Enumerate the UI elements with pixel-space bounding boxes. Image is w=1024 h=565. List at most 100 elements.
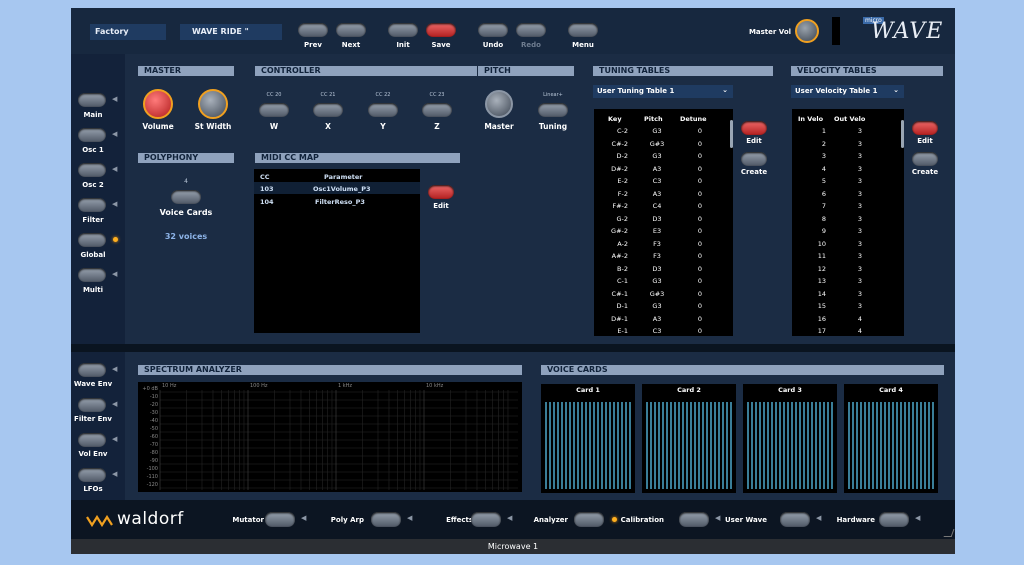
vol-env-button[interactable] bbox=[78, 433, 106, 447]
speaker-icon: ◀ bbox=[112, 270, 118, 278]
prev-button[interactable] bbox=[298, 23, 328, 37]
redo-button[interactable] bbox=[516, 23, 546, 37]
lfos-button[interactable] bbox=[78, 468, 106, 482]
bottom-item-button[interactable] bbox=[879, 512, 909, 527]
speaker-icon: ◀ bbox=[112, 400, 118, 408]
cc-cell: 103 bbox=[260, 185, 274, 193]
out-velo-cell: 3 bbox=[857, 264, 863, 273]
db-labels: +0 dB -10 -20 -30 -40 -50 -60 -70 -80 -90 -100 -110… bbox=[138, 386, 160, 490]
velocity-create-button[interactable] bbox=[912, 152, 938, 166]
in-velo-cell: 8 bbox=[821, 214, 826, 223]
db-label: -20 bbox=[149, 402, 158, 408]
sidebar-button-global[interactable] bbox=[78, 233, 106, 247]
volume-knob[interactable] bbox=[143, 89, 173, 119]
detune-column-header: Detune bbox=[680, 115, 707, 123]
key-cell: D#-2 bbox=[611, 164, 628, 173]
controller-button-w[interactable] bbox=[259, 103, 289, 117]
tuning-table-selected: User Tuning Table 1 bbox=[597, 87, 675, 95]
detune-cell: 0 bbox=[697, 227, 703, 235]
pitch-cell: D3 bbox=[652, 214, 662, 223]
card-title: Card 2 bbox=[677, 386, 701, 394]
out-velo-cell: 3 bbox=[857, 289, 863, 298]
sidebar-button-osc2[interactable] bbox=[78, 163, 106, 177]
voice-cards-button[interactable] bbox=[171, 190, 201, 204]
save-button[interactable] bbox=[426, 23, 456, 37]
sidebar-label-multi: Multi bbox=[82, 286, 104, 294]
tuning-create-button[interactable] bbox=[741, 152, 767, 166]
sidebar-button-main[interactable] bbox=[78, 93, 106, 107]
bottom-item-button[interactable] bbox=[265, 512, 295, 527]
parameter-column-header: Parameter bbox=[324, 173, 363, 181]
logo-wave: WAVE bbox=[871, 19, 944, 44]
bottom-item-button[interactable] bbox=[371, 512, 401, 527]
parameter-cell: FilterReso_P3 bbox=[315, 198, 365, 206]
out-velo-cell: 3 bbox=[857, 277, 863, 285]
bottom-item-button[interactable] bbox=[574, 512, 604, 527]
card-title: Card 3 bbox=[778, 386, 802, 394]
scrollbar[interactable] bbox=[901, 120, 904, 148]
next-button[interactable] bbox=[336, 23, 366, 37]
cc-number: CC 20 bbox=[266, 92, 282, 98]
midi-cc-edit-button[interactable] bbox=[428, 185, 454, 199]
undo-button[interactable] bbox=[478, 23, 508, 37]
controller-button-z[interactable] bbox=[422, 103, 452, 117]
in-velo-column-header: In Velo bbox=[798, 115, 824, 123]
voice-bars bbox=[545, 402, 631, 489]
controller-label-x: X bbox=[325, 122, 331, 131]
speaker-icon: ◀ bbox=[112, 165, 118, 173]
bottom-item-button[interactable] bbox=[679, 512, 709, 527]
window-title: Microwave 1 bbox=[71, 539, 955, 554]
key-cell: C#-2 bbox=[611, 139, 628, 148]
bottom-item-button[interactable] bbox=[780, 512, 810, 527]
parameter-cell: Osc1Volume_P3 bbox=[313, 185, 371, 193]
master-vol-knob[interactable] bbox=[795, 19, 819, 43]
filter-env-label: Filter Env bbox=[74, 415, 112, 423]
menu-button[interactable] bbox=[568, 23, 598, 37]
sidebar-button-filter[interactable] bbox=[78, 198, 106, 212]
velocity-table-dropdown[interactable]: User Velocity Table 1 ⌄ bbox=[791, 85, 904, 98]
prev-label: Prev bbox=[304, 41, 322, 49]
pitch-master-knob[interactable] bbox=[485, 90, 513, 118]
in-velo-cell: 11 bbox=[817, 252, 826, 260]
sidebar-button-osc1[interactable] bbox=[78, 128, 106, 142]
st-width-knob[interactable] bbox=[198, 89, 228, 119]
detune-cell: 0 bbox=[697, 152, 703, 160]
voice-bars bbox=[646, 402, 732, 489]
out-velo-cell: 3 bbox=[857, 214, 863, 223]
out-velo-cell: 3 bbox=[857, 152, 863, 160]
init-button[interactable] bbox=[388, 23, 418, 37]
divider bbox=[71, 344, 955, 352]
undo-label: Undo bbox=[482, 41, 504, 49]
card-title: Card 1 bbox=[576, 386, 600, 394]
wave-env-button[interactable] bbox=[78, 363, 106, 377]
tuning-edit-button[interactable] bbox=[741, 121, 767, 135]
filter-env-button[interactable] bbox=[78, 398, 106, 412]
pitch-cell: C4 bbox=[652, 202, 662, 210]
controller-button-x[interactable] bbox=[313, 103, 343, 117]
sidebar-button-multi[interactable] bbox=[78, 268, 106, 282]
pitch-cell: C3 bbox=[652, 177, 662, 185]
speaker-icon: ◀ bbox=[112, 365, 118, 373]
velocity-edit-button[interactable] bbox=[912, 121, 938, 135]
tuning-button[interactable] bbox=[538, 103, 568, 117]
in-velo-cell: 6 bbox=[821, 189, 826, 198]
in-velo-cell: 9 bbox=[821, 227, 826, 235]
bottom-item-button[interactable] bbox=[471, 512, 501, 527]
controller-button-y[interactable] bbox=[368, 103, 398, 117]
key-cell: D-1 bbox=[616, 302, 629, 310]
init-label: Init bbox=[396, 41, 410, 49]
velocity-create-label: Create bbox=[911, 168, 939, 176]
tuning-table-dropdown[interactable]: User Tuning Table 1 ⌄ bbox=[593, 85, 733, 98]
patch-name-display[interactable]: WAVE RIDE " bbox=[180, 24, 282, 40]
pitch-master-label: Master bbox=[484, 122, 514, 131]
key-cell: F-2 bbox=[617, 189, 628, 198]
pitch-cell: G3 bbox=[652, 152, 662, 160]
out-velo-cell: 3 bbox=[857, 177, 863, 185]
out-velo-cell: 3 bbox=[857, 139, 863, 148]
midi-cc-edit-label: Edit bbox=[433, 202, 449, 210]
bank-display[interactable]: Factory bbox=[90, 24, 166, 40]
midi-cc-map-header: MIDI CC MAP bbox=[255, 153, 460, 163]
controller-header: CONTROLLER bbox=[255, 66, 477, 76]
scrollbar[interactable] bbox=[730, 120, 733, 148]
db-label: -40 bbox=[149, 418, 158, 424]
